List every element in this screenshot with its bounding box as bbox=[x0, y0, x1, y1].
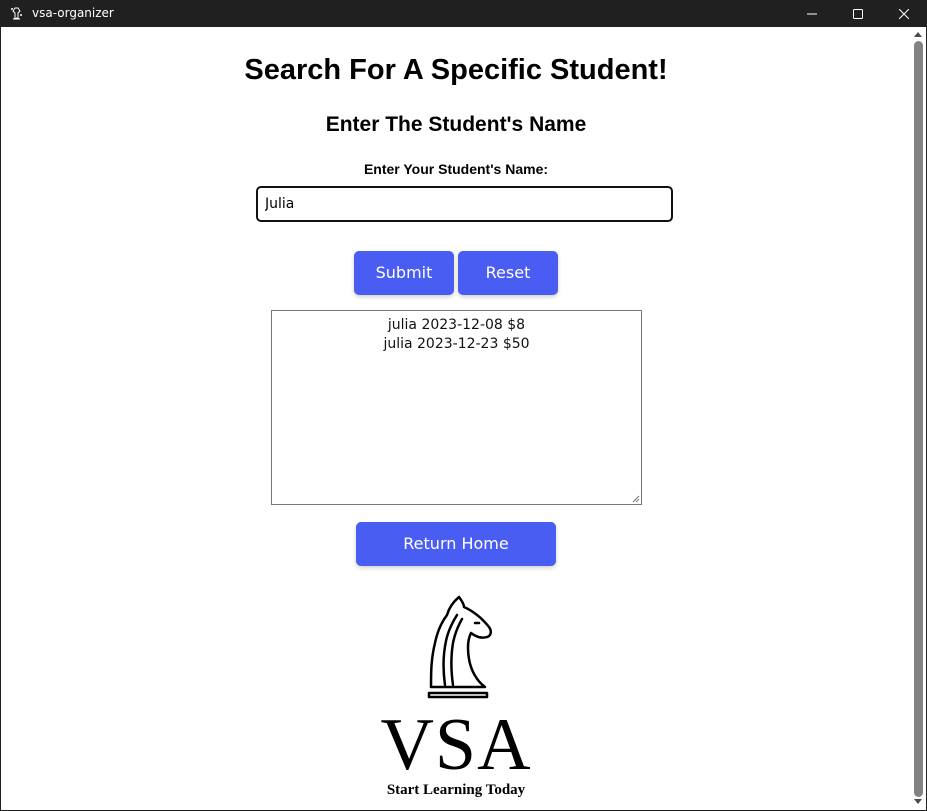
close-button[interactable] bbox=[881, 0, 927, 27]
maximize-icon bbox=[853, 8, 863, 19]
chess-piece-icon bbox=[11, 7, 22, 20]
window-title: vsa-organizer bbox=[32, 6, 114, 20]
minimize-icon bbox=[807, 13, 817, 14]
page-subtitle: Enter The Student's Name bbox=[325, 113, 587, 136]
maximize-button[interactable] bbox=[835, 0, 881, 27]
result-row: julia 2023-12-23 $50 bbox=[383, 336, 530, 352]
minimize-button[interactable] bbox=[789, 0, 835, 27]
results-textarea[interactable]: julia 2023-12-08 $8 julia 2023-12-23 $50 bbox=[271, 310, 642, 505]
student-name-input[interactable] bbox=[256, 186, 673, 222]
page-content: Search For A Specific Student! Enter The… bbox=[1, 27, 911, 810]
resize-grip-icon[interactable] bbox=[632, 495, 640, 503]
close-icon bbox=[899, 8, 909, 19]
scroll-down-icon[interactable] bbox=[914, 799, 922, 804]
app-window: vsa-organizer Search For A Specific Stud… bbox=[0, 0, 927, 811]
logo-tagline: Start Learning Today bbox=[386, 782, 526, 798]
student-name-label: Enter Your Student's Name: bbox=[363, 161, 549, 177]
reset-button[interactable]: Reset bbox=[458, 251, 558, 295]
title-bar[interactable]: vsa-organizer bbox=[0, 0, 927, 27]
page-title: Search For A Specific Student! bbox=[244, 54, 668, 86]
scroll-up-icon[interactable] bbox=[914, 32, 922, 37]
knight-chess-icon bbox=[427, 595, 492, 699]
submit-button[interactable]: Submit bbox=[354, 251, 454, 295]
return-home-button[interactable]: Return Home bbox=[356, 522, 556, 566]
result-row: julia 2023-12-08 $8 bbox=[387, 317, 526, 333]
logo-wordmark: VSA bbox=[380, 704, 532, 786]
vertical-scrollbar[interactable] bbox=[911, 27, 926, 810]
scroll-thumb[interactable] bbox=[914, 41, 923, 797]
